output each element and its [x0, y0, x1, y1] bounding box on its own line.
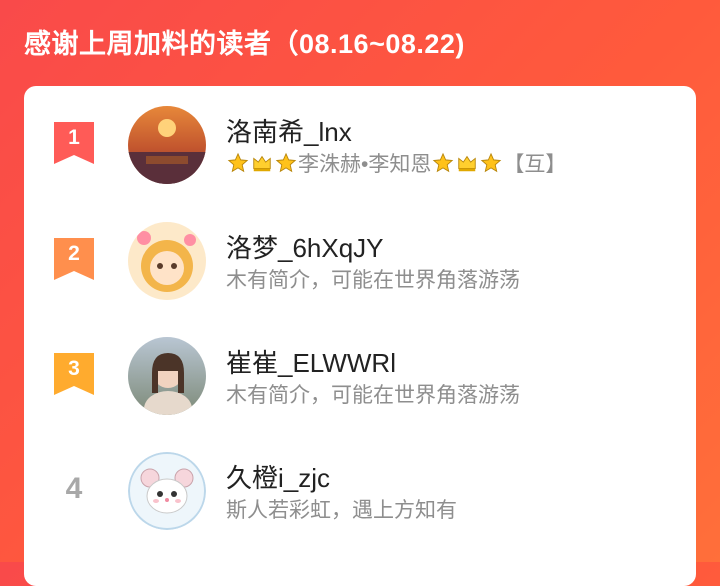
rank-number: 2 — [68, 242, 80, 265]
rank-number: 3 — [68, 357, 80, 380]
avatar[interactable] — [128, 452, 206, 530]
reader-name[interactable]: 崔崔_ELWWRl — [226, 343, 396, 380]
crown-icon — [251, 152, 273, 174]
reader-row-1[interactable]: 1 洛南希_lnx 李洙赫•李知恩 【互】 — [24, 86, 696, 186]
crown-icon — [456, 152, 478, 174]
rank-badge-1: 1 — [54, 122, 94, 164]
rank-badge-2: 2 — [54, 238, 94, 280]
reader-bio: 李洙赫•李知恩 【互】 — [226, 148, 566, 178]
avatar[interactable] — [128, 222, 206, 300]
reader-row-2[interactable]: 2 洛梦_6hXqJY 木有简介，可能在世界角落游荡 — [24, 202, 696, 302]
avatar[interactable] — [128, 337, 206, 415]
rank-number: 1 — [68, 126, 80, 149]
star-icon — [275, 152, 297, 174]
reader-name[interactable]: 洛梦_6hXqJY — [226, 228, 384, 265]
page-title: 感谢上周加料的读者（08.16~08.22) — [24, 29, 465, 59]
rank-number-4: 4 — [65, 472, 83, 505]
reader-name[interactable]: 洛南希_lnx — [226, 112, 352, 149]
bio-tail: 【互】 — [503, 153, 567, 176]
reader-name[interactable]: 久橙i_zjc — [226, 458, 330, 495]
reader-row-4[interactable]: 4 久橙i_zjc 斯人若彩虹，遇上方知有 — [24, 432, 696, 532]
reader-bio: 斯人若彩虹，遇上方知有 — [226, 499, 457, 522]
star-icon — [227, 152, 249, 174]
bio-text: 李洙赫•李知恩 — [298, 153, 432, 176]
reader-bio: 木有简介，可能在世界角落游荡 — [226, 384, 520, 407]
star-icon — [480, 152, 502, 174]
reader-row-3[interactable]: 3 崔崔_ELWWRl 木有简介，可能在世界角落游荡 — [24, 317, 696, 417]
reader-list: 1 洛南希_lnx 李洙赫•李知恩 【互】 2 洛梦_6hXqJY 木有简介，可… — [24, 86, 696, 586]
rank-badge-3: 3 — [54, 353, 94, 395]
reader-bio: 木有简介，可能在世界角落游荡 — [226, 269, 520, 292]
avatar[interactable] — [128, 106, 206, 184]
star-icon — [432, 152, 454, 174]
